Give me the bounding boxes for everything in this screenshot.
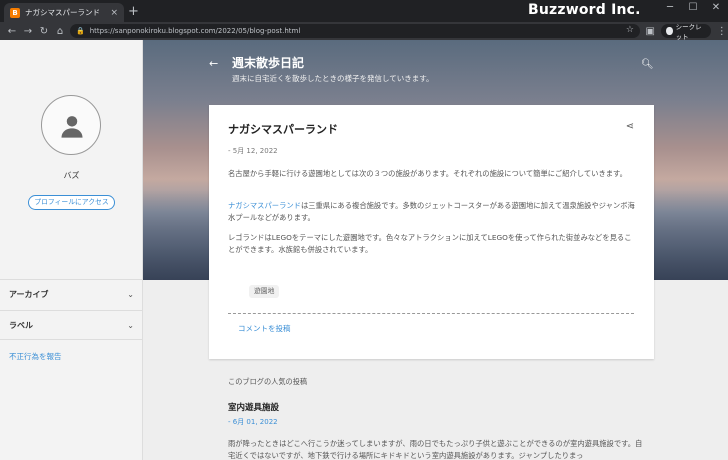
- incognito-badge[interactable]: シークレット: [661, 23, 711, 41]
- post-label-tag[interactable]: 遊園地: [249, 285, 280, 298]
- tab-close-icon[interactable]: ×: [110, 8, 118, 18]
- blog-title[interactable]: 週末散歩日記: [232, 54, 304, 71]
- post-comment-link[interactable]: コメントを投稿: [238, 323, 291, 334]
- home-icon[interactable]: ⌂: [52, 26, 68, 37]
- minimize-icon[interactable]: ─: [660, 2, 680, 13]
- sidebar: バズ プロフィールにアクセス アーカイブ ⌄ ラベル ⌄ 不正行為を報告: [0, 40, 143, 460]
- share-icon[interactable]: ⋖: [626, 121, 634, 132]
- post-inline-link[interactable]: ナガシマスパーランド: [228, 201, 301, 210]
- browser-window: B ナガシマスパーランド × + Buzzword Inc. ─ ☐ ✕ ← →…: [0, 0, 728, 460]
- address-bar[interactable]: 🔒 https://sanponokiroku.blogspot.com/202…: [70, 24, 640, 38]
- post-card: ナガシマスパーランド ⋖ - 5月 12, 2022 名古屋から手軽に行ける遊園…: [209, 105, 654, 359]
- main-content: ← 週末散歩日記 週末に自宅近くを散歩したときの様子を発信していきます。 🔍︎ …: [143, 40, 728, 460]
- post-date: - 5月 12, 2022: [228, 147, 278, 155]
- lock-icon: 🔒: [76, 27, 85, 35]
- search-icon[interactable]: 🔍︎: [641, 59, 654, 70]
- maximize-icon[interactable]: ☐: [683, 2, 703, 13]
- popular-posts-heading: このブログの人気の投稿: [228, 377, 308, 386]
- back-arrow-icon[interactable]: ←: [209, 57, 218, 70]
- post-title: ナガシマスパーランド: [228, 123, 338, 136]
- profile-button[interactable]: プロフィールにアクセス: [28, 195, 115, 210]
- post-paragraph: レゴランドはLEGOをテーマにした遊園地です。色々なアトラクションに加えてLEG…: [228, 233, 632, 254]
- chevron-down-icon: ⌄: [127, 290, 134, 299]
- sidebar-item-archive[interactable]: アーカイブ ⌄: [0, 279, 143, 309]
- report-abuse-link[interactable]: 不正行為を報告: [9, 351, 62, 362]
- toolbar-right: ▣ シークレット ⋮: [644, 23, 728, 41]
- popular-post-snippet: 雨が降ったときはどこへ行こうか迷ってしまいますが、雨の日でもたっぷり子供と遊ぶこ…: [228, 439, 643, 460]
- new-tab-button[interactable]: +: [128, 3, 139, 20]
- popular-post-title[interactable]: 室内遊具施設: [228, 401, 279, 413]
- post-paragraph: ナガシマスパーランドは三重県にある複合施設です。多数のジェットコースターがある遊…: [228, 200, 638, 224]
- toolbar: ← → ↻ ⌂ 🔒 https://sanponokiroku.blogspot…: [0, 22, 728, 41]
- reload-icon[interactable]: ↻: [36, 26, 52, 37]
- avatar[interactable]: [41, 95, 101, 155]
- person-icon: [61, 116, 83, 138]
- tab-title: ナガシマスパーランド: [25, 8, 100, 17]
- post-paragraph: 名古屋から手軽に行ける遊園地としては次の３つの施設があります。それぞれの施設につ…: [228, 169, 627, 178]
- incognito-icon: [666, 27, 673, 35]
- forward-icon[interactable]: →: [20, 26, 36, 37]
- bookmark-star-icon[interactable]: ☆: [626, 25, 634, 35]
- sidebar-item-label: ラベル: [9, 320, 33, 330]
- popular-post-date[interactable]: - 6月 01, 2022: [228, 417, 278, 427]
- sidebar-item-labels[interactable]: ラベル ⌄: [0, 310, 143, 340]
- sidebar-item-label: アーカイブ: [9, 290, 49, 299]
- menu-kebab-icon[interactable]: ⋮: [716, 26, 728, 37]
- browser-tab[interactable]: B ナガシマスパーランド ×: [4, 3, 124, 22]
- divider: [228, 313, 634, 314]
- chevron-down-icon: ⌄: [127, 320, 134, 330]
- incognito-label: シークレット: [675, 23, 702, 41]
- url-text: https://sanponokiroku.blogspot.com/2022/…: [89, 27, 301, 35]
- close-window-icon[interactable]: ✕: [706, 2, 726, 13]
- blogger-favicon-icon: B: [10, 7, 20, 18]
- tab-bar: B ナガシマスパーランド × + Buzzword Inc. ─ ☐ ✕: [0, 0, 728, 22]
- back-icon[interactable]: ←: [4, 26, 20, 37]
- author-name: バズ: [63, 171, 80, 180]
- side-panel-icon[interactable]: ▣: [644, 26, 656, 37]
- blog-description: 週末に自宅近くを散歩したときの様子を発信していきます。: [232, 74, 434, 83]
- brand-watermark: Buzzword Inc.: [528, 2, 641, 18]
